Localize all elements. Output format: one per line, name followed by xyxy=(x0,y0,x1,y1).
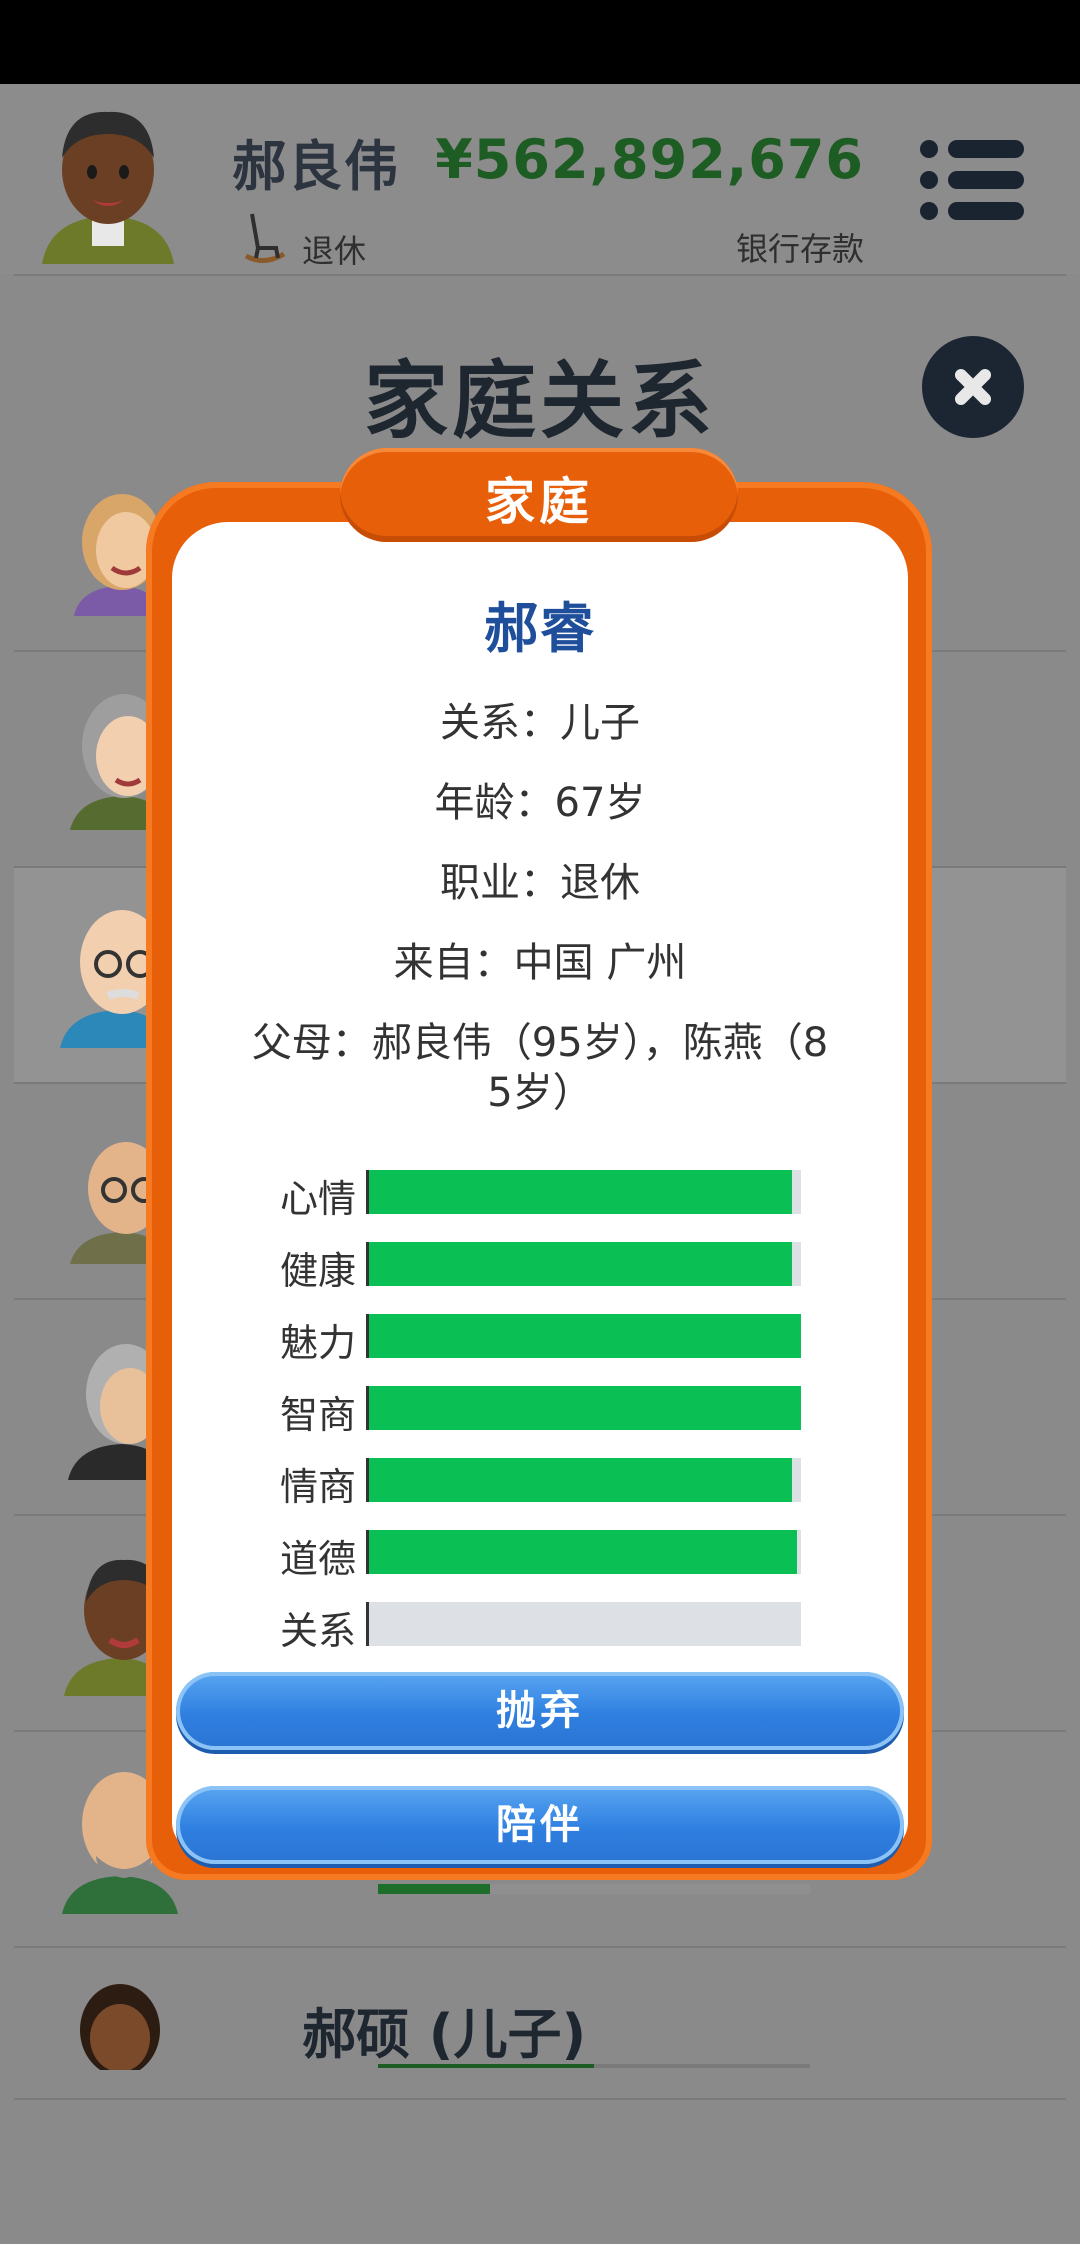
stat-label-relationship: 关系 xyxy=(279,1609,356,1653)
stat-bar-relationship xyxy=(366,1602,801,1646)
parents-line-continued: 5岁） xyxy=(487,1070,593,1116)
player-job-label: 退休 xyxy=(302,232,367,270)
stat-bar-morality xyxy=(366,1530,801,1574)
stat-label-mood: 心情 xyxy=(279,1177,356,1221)
page-title: 家庭关系 xyxy=(363,352,716,450)
menu-button[interactable] xyxy=(920,140,1024,220)
stat-bar-eq xyxy=(366,1458,801,1502)
close-icon[interactable] xyxy=(922,336,1024,438)
family-member-name: 郝硕 (儿子) xyxy=(302,2003,587,2066)
player-name: 郝良伟 xyxy=(232,135,400,198)
accompany-button[interactable]: 陪伴 xyxy=(176,1786,904,1864)
stat-bar-mood xyxy=(366,1170,801,1214)
family-avatar xyxy=(72,1980,168,2070)
stat-fill xyxy=(369,1170,793,1214)
stat-fill xyxy=(369,1530,797,1574)
relationship-bar-fill xyxy=(378,2064,594,2068)
age-line: 年龄：67岁 xyxy=(434,780,646,826)
stat-label-iq: 智商 xyxy=(279,1393,356,1437)
person-name: 郝睿 xyxy=(484,597,596,660)
stat-label-morality: 道德 xyxy=(279,1537,356,1581)
stat-label-eq: 情商 xyxy=(279,1465,356,1509)
job-line: 职业：退休 xyxy=(440,860,640,906)
stat-fill xyxy=(369,1386,801,1430)
rocking-chair-icon xyxy=(244,213,286,263)
origin-line: 来自：中国 广州 xyxy=(393,940,687,986)
stat-bar-health xyxy=(366,1242,801,1286)
bank-balance-label: 银行存款 xyxy=(735,230,864,268)
dialog-tab-label: 家庭 xyxy=(485,473,593,531)
stat-fill xyxy=(369,1458,793,1502)
stat-label-charm: 魅力 xyxy=(279,1321,356,1365)
stat-fill xyxy=(369,1242,793,1286)
header-divider xyxy=(14,274,1066,276)
bank-balance: ¥562,892,676 xyxy=(435,128,864,191)
stat-bar-charm xyxy=(366,1314,801,1358)
stat-label-health: 健康 xyxy=(279,1249,356,1293)
stat-fill xyxy=(369,1314,801,1358)
status-bar xyxy=(0,0,1080,84)
relationship-bar-fill xyxy=(378,1884,490,1894)
relation-line: 关系：儿子 xyxy=(440,700,640,746)
stat-bar-iq xyxy=(366,1386,801,1430)
parents-line: 父母：郝良伟（95岁），陈燕（8 xyxy=(251,1020,829,1066)
player-avatar xyxy=(40,98,176,264)
abandon-button[interactable]: 抛弃 xyxy=(176,1672,904,1750)
